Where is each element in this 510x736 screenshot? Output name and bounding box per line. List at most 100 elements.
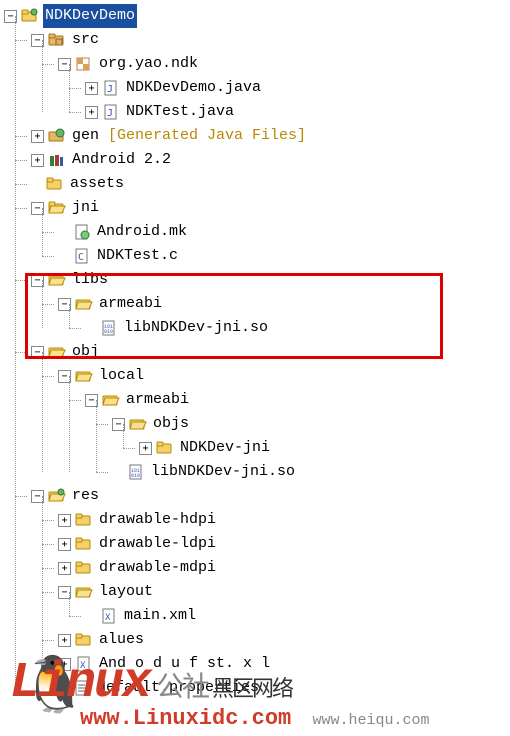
toggle-plus-icon[interactable]: + bbox=[31, 154, 44, 167]
folder-open-icon bbox=[102, 391, 120, 409]
folder-open-icon bbox=[75, 367, 93, 385]
folder-open-icon bbox=[48, 271, 66, 289]
armeabi2-folder[interactable]: − armeabi bbox=[85, 388, 510, 412]
libs-label: libs bbox=[70, 268, 110, 292]
folder-icon bbox=[75, 631, 93, 649]
binary-file-icon: 101010 bbox=[127, 463, 145, 481]
armeabi-folder[interactable]: − armeabi bbox=[58, 292, 510, 316]
file-label: NDKTest.java bbox=[124, 100, 236, 124]
file-label: NDKTest.c bbox=[95, 244, 180, 268]
toggle-none bbox=[85, 323, 96, 334]
brand-text: Linux bbox=[10, 655, 150, 712]
armeabi-label: armeabi bbox=[124, 388, 191, 412]
toggle-plus-icon[interactable]: + bbox=[58, 634, 71, 647]
jni-label: jni bbox=[70, 196, 101, 220]
obj-label: obj bbox=[70, 340, 101, 364]
file-label: libNDKDev-jni.so bbox=[149, 460, 297, 484]
java-file[interactable]: + J NDKDevDemo.java bbox=[85, 76, 510, 100]
package-label: org.yao.ndk bbox=[97, 52, 200, 76]
ndkdev-folder[interactable]: + NDKDev-jni bbox=[139, 436, 510, 460]
libs-folder[interactable]: − libs bbox=[31, 268, 510, 292]
brand-cn2: 黑区网络 bbox=[212, 671, 292, 703]
svg-text:J: J bbox=[107, 84, 113, 95]
layout-folder[interactable]: − layout bbox=[58, 580, 510, 604]
brand-url: www.Linuxidc.com bbox=[80, 706, 291, 731]
objs-label: objs bbox=[151, 412, 191, 436]
folder-icon bbox=[75, 535, 93, 553]
toggle-none bbox=[31, 179, 42, 190]
drawable-mdpi[interactable]: + drawable-mdpi bbox=[58, 556, 510, 580]
watermark: Linux 公社 黑区网络 www.Linuxidc.com www.heiqu… bbox=[10, 655, 500, 731]
values-folder[interactable]: + alues bbox=[58, 628, 510, 652]
src-label: src bbox=[70, 28, 101, 52]
gen-folder-icon bbox=[48, 127, 66, 145]
src-folder[interactable]: − src bbox=[31, 28, 510, 52]
project-name[interactable]: NDKDevDemo bbox=[43, 4, 137, 28]
gen-folder[interactable]: + gen [Generated Java Files] bbox=[31, 124, 510, 148]
armeabi-label: armeabi bbox=[97, 292, 164, 316]
toggle-plus-icon[interactable]: + bbox=[58, 514, 71, 527]
svg-text:C: C bbox=[78, 252, 84, 263]
obj-folder[interactable]: − obj bbox=[31, 340, 510, 364]
tree-root[interactable]: − NDKDevDemo bbox=[4, 4, 510, 28]
local-folder[interactable]: − local bbox=[58, 364, 510, 388]
mk-file-icon bbox=[73, 223, 91, 241]
java-file-icon: J bbox=[102, 79, 120, 97]
layout-label: layout bbox=[97, 580, 155, 604]
android-lib[interactable]: + Android 2.2 bbox=[31, 148, 510, 172]
folder-label: drawable-ldpi bbox=[97, 532, 218, 556]
xml-file[interactable]: X main.xml bbox=[85, 604, 510, 628]
c-file-icon: C bbox=[73, 247, 91, 265]
brand-cn1: 公社 bbox=[156, 665, 208, 705]
jni-folder[interactable]: − jni bbox=[31, 196, 510, 220]
objs-folder[interactable]: − objs bbox=[112, 412, 510, 436]
project-tree: − NDKDevDemo − src − org.yao.ndk bbox=[0, 0, 510, 700]
src-folder-icon bbox=[48, 31, 66, 49]
folder-icon bbox=[46, 175, 64, 193]
res-folder[interactable]: − res bbox=[31, 484, 510, 508]
toggle-none bbox=[85, 611, 96, 622]
java-file[interactable]: + J NDKTest.java bbox=[85, 100, 510, 124]
drawable-ldpi[interactable]: + drawable-ldpi bbox=[58, 532, 510, 556]
toggle-plus-icon[interactable]: + bbox=[31, 130, 44, 143]
xml-file-icon: X bbox=[100, 607, 118, 625]
toggle-plus-icon[interactable]: + bbox=[58, 538, 71, 551]
mk-file[interactable]: Android.mk bbox=[58, 220, 510, 244]
folder-open-icon bbox=[48, 199, 66, 217]
android-label: Android 2.2 bbox=[70, 148, 173, 172]
project-icon bbox=[21, 7, 39, 25]
package-node[interactable]: − org.yao.ndk bbox=[58, 52, 510, 76]
folder-open-icon bbox=[75, 583, 93, 601]
c-file[interactable]: C NDKTest.c bbox=[58, 244, 510, 268]
so-file[interactable]: 101010 libNDKDev-jni.so bbox=[85, 316, 510, 340]
toggle-plus-icon[interactable]: + bbox=[139, 442, 152, 455]
java-file-icon: J bbox=[102, 103, 120, 121]
folder-icon bbox=[156, 439, 174, 457]
toggle-none bbox=[112, 467, 123, 478]
toggle-plus-icon[interactable]: + bbox=[85, 106, 98, 119]
assets-folder[interactable]: assets bbox=[31, 172, 510, 196]
so-file2[interactable]: 101010 libNDKDev-jni.so bbox=[112, 460, 510, 484]
folder-open-icon bbox=[48, 487, 66, 505]
folder-icon bbox=[75, 559, 93, 577]
toggle-plus-icon[interactable]: + bbox=[85, 82, 98, 95]
res-label: res bbox=[70, 484, 101, 508]
binary-file-icon: 101010 bbox=[100, 319, 118, 337]
toggle-none bbox=[58, 251, 69, 262]
folder-icon bbox=[75, 511, 93, 529]
folder-open-icon bbox=[48, 343, 66, 361]
folder-open-icon bbox=[75, 295, 93, 313]
library-icon bbox=[48, 151, 66, 169]
toggle-plus-icon[interactable]: + bbox=[58, 562, 71, 575]
local-label: local bbox=[97, 364, 146, 388]
file-label: Android.mk bbox=[95, 220, 189, 244]
file-label: main.xml bbox=[122, 604, 198, 628]
package-icon bbox=[75, 55, 93, 73]
toggle-none bbox=[58, 227, 69, 238]
svg-text:J: J bbox=[107, 108, 113, 119]
svg-text:010: 010 bbox=[131, 473, 140, 479]
values-label: alues bbox=[97, 628, 146, 652]
ndkdev-label: NDKDev-jni bbox=[178, 436, 272, 460]
drawable-hdpi[interactable]: + drawable-hdpi bbox=[58, 508, 510, 532]
folder-label: drawable-hdpi bbox=[97, 508, 218, 532]
